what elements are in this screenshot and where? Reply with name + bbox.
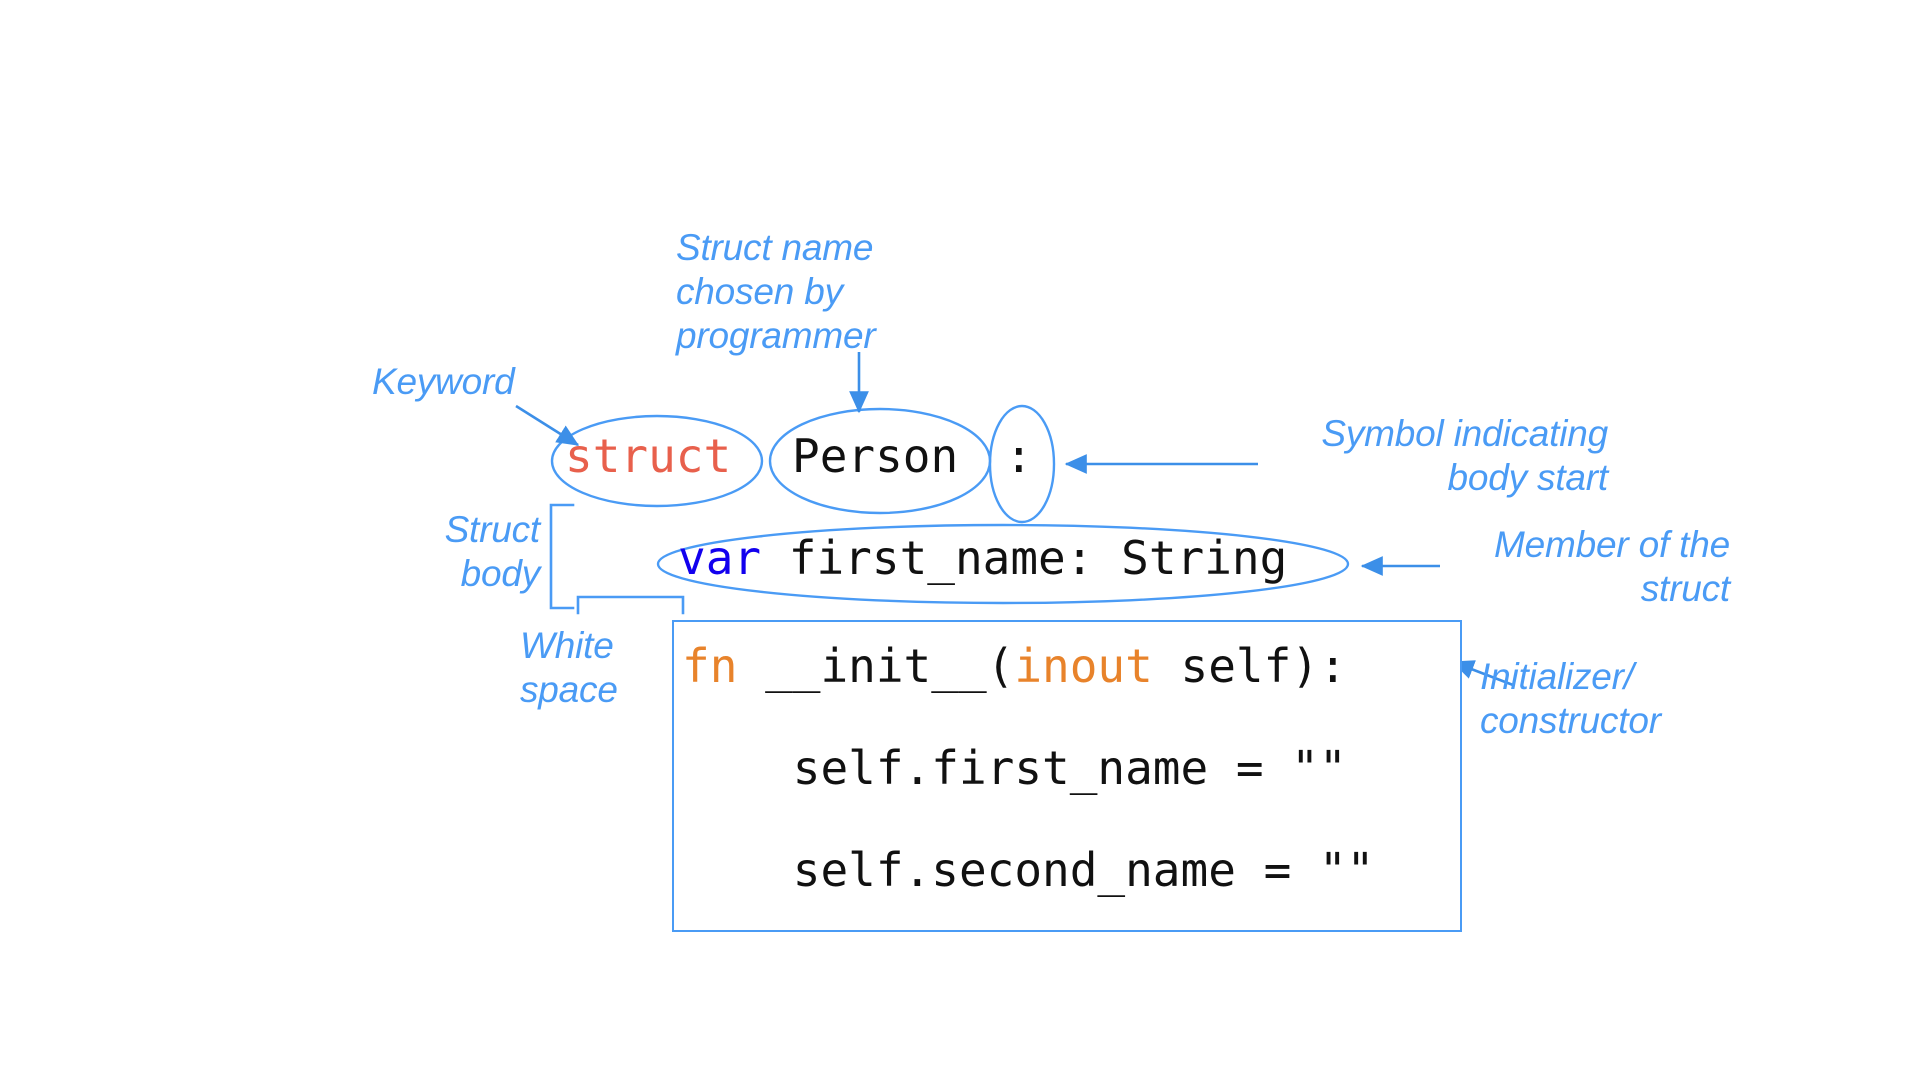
code-member-declaration: first_name: String — [761, 531, 1288, 585]
bracket-struct-body — [549, 503, 575, 610]
code-init-tail: self): — [1152, 639, 1347, 693]
annotation-white-space: White space — [520, 625, 618, 710]
code-keyword-var: var — [678, 531, 762, 585]
bracket-white-space — [576, 595, 685, 615]
code-member-line: var first_name: String — [678, 530, 1287, 586]
annotation-member-of-struct: Member of the struct — [1494, 524, 1730, 609]
code-init-body-line-2: self.second_name = "" — [682, 843, 1375, 897]
code-keyword-fn: fn — [682, 639, 738, 693]
annotation-keyword: Keyword — [372, 361, 515, 402]
code-init-body-line-1: self.first_name = "" — [682, 741, 1347, 795]
code-init-signature: fn __init__(inout self): — [682, 638, 1460, 694]
annotation-symbol-body-start: Symbol indicating body start — [1321, 413, 1608, 498]
annotation-struct-name: Struct name chosen by programmer — [676, 227, 876, 356]
code-block-initializer: fn __init__(inout self): self.first_name… — [672, 620, 1462, 932]
code-struct-name: Person — [792, 429, 959, 483]
diagram-canvas: Keyword Struct name chosen by programmer… — [0, 0, 1920, 1080]
code-keyword-inout: inout — [1014, 639, 1153, 693]
code-colon-symbol: : — [1005, 429, 1033, 483]
annotation-struct-body: Struct body — [444, 509, 541, 594]
code-init-name: __init__( — [737, 639, 1015, 693]
annotation-initializer: Initializer/ constructor — [1480, 656, 1661, 741]
code-keyword-struct: struct — [565, 429, 732, 483]
